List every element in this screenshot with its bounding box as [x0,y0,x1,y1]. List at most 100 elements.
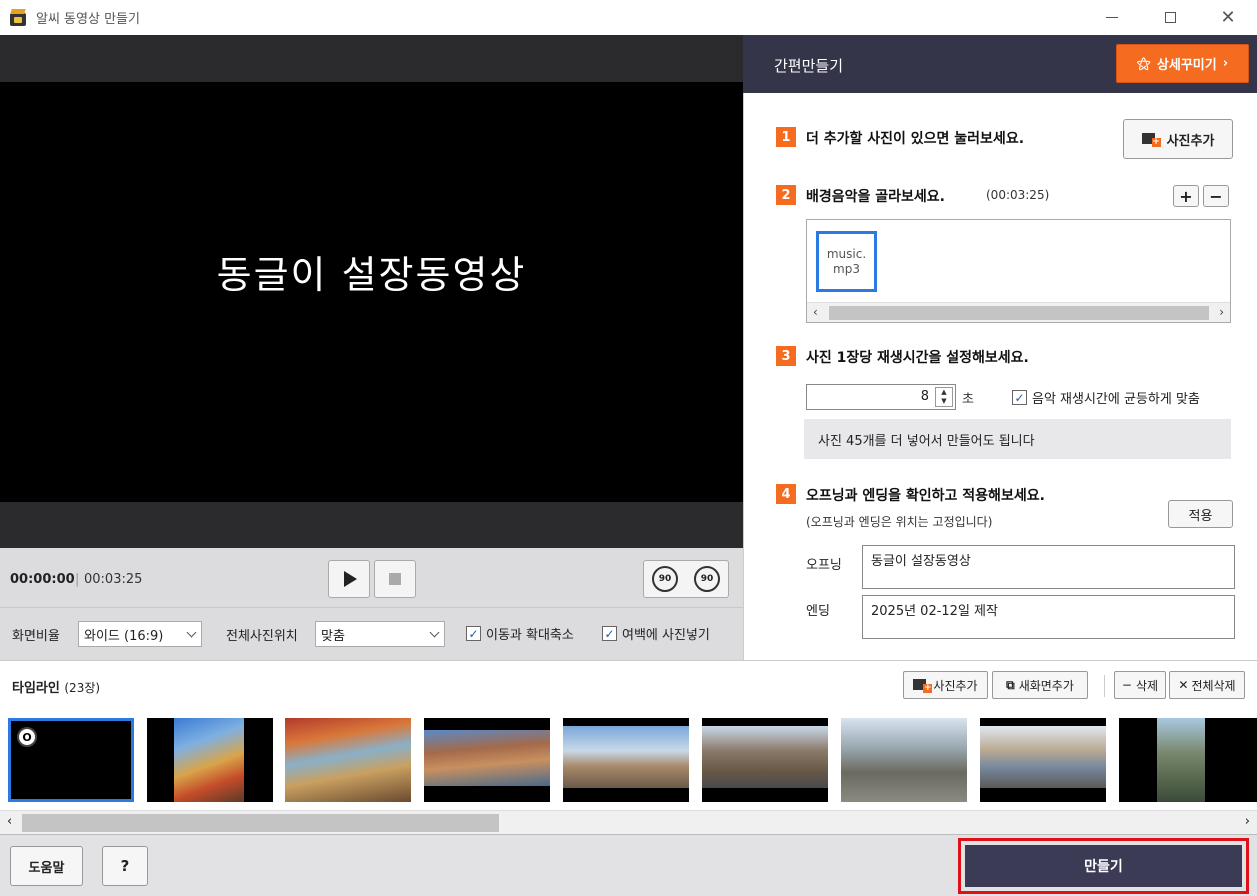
plus-icon: + [1179,186,1193,206]
timeline-item[interactable] [841,718,967,802]
close-button[interactable]: ✕ [1199,0,1257,35]
info-message: 사진 45개를 더 넣어서 만들어도 됩니다 [804,419,1231,459]
delete-all-button[interactable]: ✕ 전체삭제 [1169,671,1245,699]
duration-stepper[interactable]: 8 ▲ ▼ [806,384,956,410]
duration-value: 8 [920,389,929,404]
add-music-button[interactable]: + [1173,185,1199,207]
photo-thumbnail [563,726,689,788]
rotate-left-icon[interactable]: 90 [694,566,720,592]
rotate-right-icon[interactable]: 90 [652,566,678,592]
timeline-item[interactable] [980,718,1106,802]
decrement-icon[interactable]: ▼ [936,397,952,406]
rotate-group: 90 90 [643,560,729,598]
timeline-item[interactable] [424,718,550,802]
position-select[interactable]: 맞춤 [315,621,445,647]
step-4-subtitle: (오프닝과 엔딩은 위치는 고정입니다) [806,515,993,529]
preview-area: 동글이 설장동영상 [0,35,743,548]
ending-input[interactable]: 2025년 02-12일 제작 [862,595,1235,639]
chevron-down-icon [186,627,197,638]
close-icon: ✕ [1220,7,1236,28]
detail-edit-button[interactable]: ⚝ 상세꾸미기 › [1116,44,1249,83]
step-3-title: 사진 1장당 재생시간을 설정해보세요. [806,350,1029,366]
window-title: 알씨 동영상 만들기 [36,12,140,27]
preview-overlay-text: 동글이 설장동영상 [216,252,527,297]
scroll-left-icon[interactable]: ‹ [813,305,818,319]
divider [1104,675,1105,697]
magic-wand-icon: ⚝ [1136,55,1151,72]
delete-button[interactable]: − 삭제 [1114,671,1166,699]
ratio-label: 화면비율 [12,629,60,644]
position-value: 맞춤 [321,628,345,644]
apply-button[interactable]: 적용 [1168,500,1233,528]
add-photo-icon: + [913,677,933,693]
panel-header: 간편만들기 ⚝ 상세꾸미기 › [743,35,1257,93]
photo-thumbnail [424,730,550,786]
opening-input[interactable]: 동글이 설장동영상 [862,545,1235,589]
add-photo-button[interactable]: + 사진추가 [1123,119,1233,159]
scroll-right-icon[interactable]: › [1245,814,1250,829]
music-list: music. mp3 ‹ › [806,219,1231,323]
bottom-bar: 도움말 ? 만들기 [0,834,1257,896]
step-1-number: 1 [776,127,796,147]
step-4-title: 오프닝과 엔딩을 확인하고 적용해보세요. [806,488,1045,504]
photo-thumbnail [841,718,967,802]
timeline-item[interactable] [285,718,411,802]
timeline-item[interactable] [563,718,689,802]
check-icon: ✓ [1012,390,1027,405]
timeline-item[interactable] [702,718,828,802]
opening-badge: O [17,727,37,747]
help-button[interactable]: 도움말 [10,846,83,886]
question-button[interactable]: ? [102,846,148,886]
maximize-button[interactable] [1141,0,1199,35]
timeline-item[interactable] [147,718,273,802]
time-separator: | [75,572,80,587]
check-icon: ✓ [602,626,617,641]
scroll-thumb[interactable] [22,814,499,832]
stop-button[interactable] [374,560,416,598]
playback-controls: 00:00:00 | 00:03:25 90 90 화면비율 와이드 (16:9… [0,548,743,660]
add-screen-button[interactable]: ⧉ 새화면추가 [992,671,1088,699]
timeline-add-photo-button[interactable]: + 사진추가 [903,671,988,699]
maximize-icon [1164,12,1176,23]
timeline-item[interactable]: O [8,718,134,802]
step-4-number: 4 [776,484,796,504]
make-highlight: 만들기 [958,838,1249,894]
current-time: 00:00:00 [10,572,75,587]
motion-checkbox[interactable]: ✓ 이동과 확대축소 [466,624,574,643]
ending-label: 엔딩 [806,604,830,619]
timeline-strip: O [0,710,1257,810]
minus-icon: − [1209,186,1223,206]
ratio-select[interactable]: 와이드 (16:9) [78,621,202,647]
timeline-scrollbar[interactable]: ‹ › [0,810,1257,834]
music-scrollbar[interactable]: ‹ › [807,302,1230,322]
music-duration: (00:03:25) [986,188,1050,202]
chevron-down-icon [429,627,440,638]
timeline-item[interactable] [1119,718,1257,802]
increment-icon[interactable]: ▲ [936,388,952,397]
app-icon [8,8,28,28]
scroll-left-icon[interactable]: ‹ [7,814,12,829]
opening-label: 오프닝 [806,558,842,573]
step-2-number: 2 [776,185,796,205]
close-icon: ✕ [1178,678,1189,692]
timeline-header: 타임라인 (23장) + 사진추가 ⧉ 새화면추가 − 삭제 ✕ 전체삭제 [0,660,1257,710]
music-file-item[interactable]: music. mp3 [816,231,877,292]
scroll-right-icon[interactable]: › [1219,305,1224,319]
photo-thumbnail [702,726,828,788]
duration-unit: 초 [962,392,974,407]
fit-music-checkbox[interactable]: ✓ 음악 재생시간에 균등하게 맞춤 [1012,388,1200,407]
minus-icon: − [1121,678,1132,692]
scroll-thumb[interactable] [829,306,1209,320]
timeline-title: 타임라인 (23장) [12,681,101,696]
chevron-right-icon: › [1222,56,1229,71]
position-label: 전체사진위치 [226,629,298,644]
stop-icon [389,573,401,585]
make-button[interactable]: 만들기 [965,845,1242,887]
play-button[interactable] [328,560,370,598]
panel-title: 간편만들기 [774,57,844,75]
photo-thumbnail [174,718,244,802]
minimize-button[interactable] [1083,0,1141,35]
photo-thumbnail [285,718,411,802]
remove-music-button[interactable]: − [1203,185,1229,207]
margin-checkbox[interactable]: ✓ 여백에 사진넣기 [602,624,710,643]
